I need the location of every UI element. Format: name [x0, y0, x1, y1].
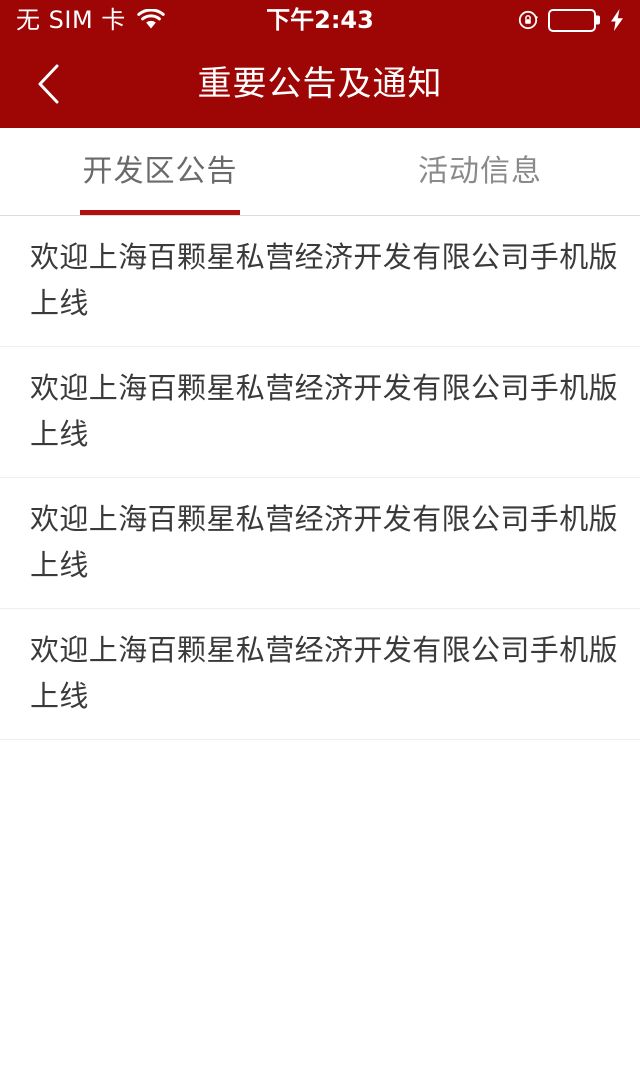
wifi-icon	[137, 8, 165, 31]
carrier-label: 无 SIM 卡	[16, 6, 126, 34]
chevron-left-icon	[35, 63, 61, 105]
status-bar-right	[518, 8, 624, 32]
tab-bar: 开发区公告 活动信息	[0, 128, 640, 216]
list-item-title: 欢迎上海百颗星私营经济开发有限公司手机版上线	[30, 371, 619, 451]
list-item[interactable]: 欢迎上海百颗星私营经济开发有限公司手机版上线	[0, 478, 640, 609]
tab-activity-information[interactable]: 活动信息	[320, 128, 640, 215]
list-item-title: 欢迎上海百颗星私营经济开发有限公司手机版上线	[30, 240, 619, 320]
lightning-bolt-icon	[610, 9, 624, 31]
status-bar: 无 SIM 卡 下午2:43	[0, 0, 640, 40]
list-item[interactable]: 欢迎上海百颗星私营经济开发有限公司手机版上线	[0, 216, 640, 347]
list-item-title: 欢迎上海百颗星私营经济开发有限公司手机版上线	[30, 502, 619, 582]
tab-label: 开发区公告	[82, 153, 238, 189]
battery-icon	[548, 8, 596, 32]
page-title: 重要公告及通知	[197, 64, 443, 104]
clock-label: 下午2:43	[266, 6, 374, 34]
list-item[interactable]: 欢迎上海百颗星私营经济开发有限公司手机版上线	[0, 609, 640, 740]
rotation-lock-icon	[518, 9, 540, 31]
announcement-list: 欢迎上海百颗星私营经济开发有限公司手机版上线 欢迎上海百颗星私营经济开发有限公司…	[0, 216, 640, 740]
status-bar-left: 无 SIM 卡	[16, 8, 165, 32]
list-item-title: 欢迎上海百颗星私营经济开发有限公司手机版上线	[30, 633, 619, 713]
tab-development-zone-announcements[interactable]: 开发区公告	[0, 128, 320, 215]
empty-content-area	[0, 740, 640, 1090]
app-screen: 无 SIM 卡 下午2:43 重要公告及通知 开发区公告 活动信息 欢迎上海百颗…	[0, 0, 640, 1090]
tab-active-indicator	[80, 210, 240, 215]
tab-label: 活动信息	[418, 153, 542, 189]
navigation-bar: 重要公告及通知	[0, 40, 640, 128]
list-item[interactable]: 欢迎上海百颗星私营经济开发有限公司手机版上线	[0, 347, 640, 478]
back-button[interactable]	[0, 40, 96, 128]
